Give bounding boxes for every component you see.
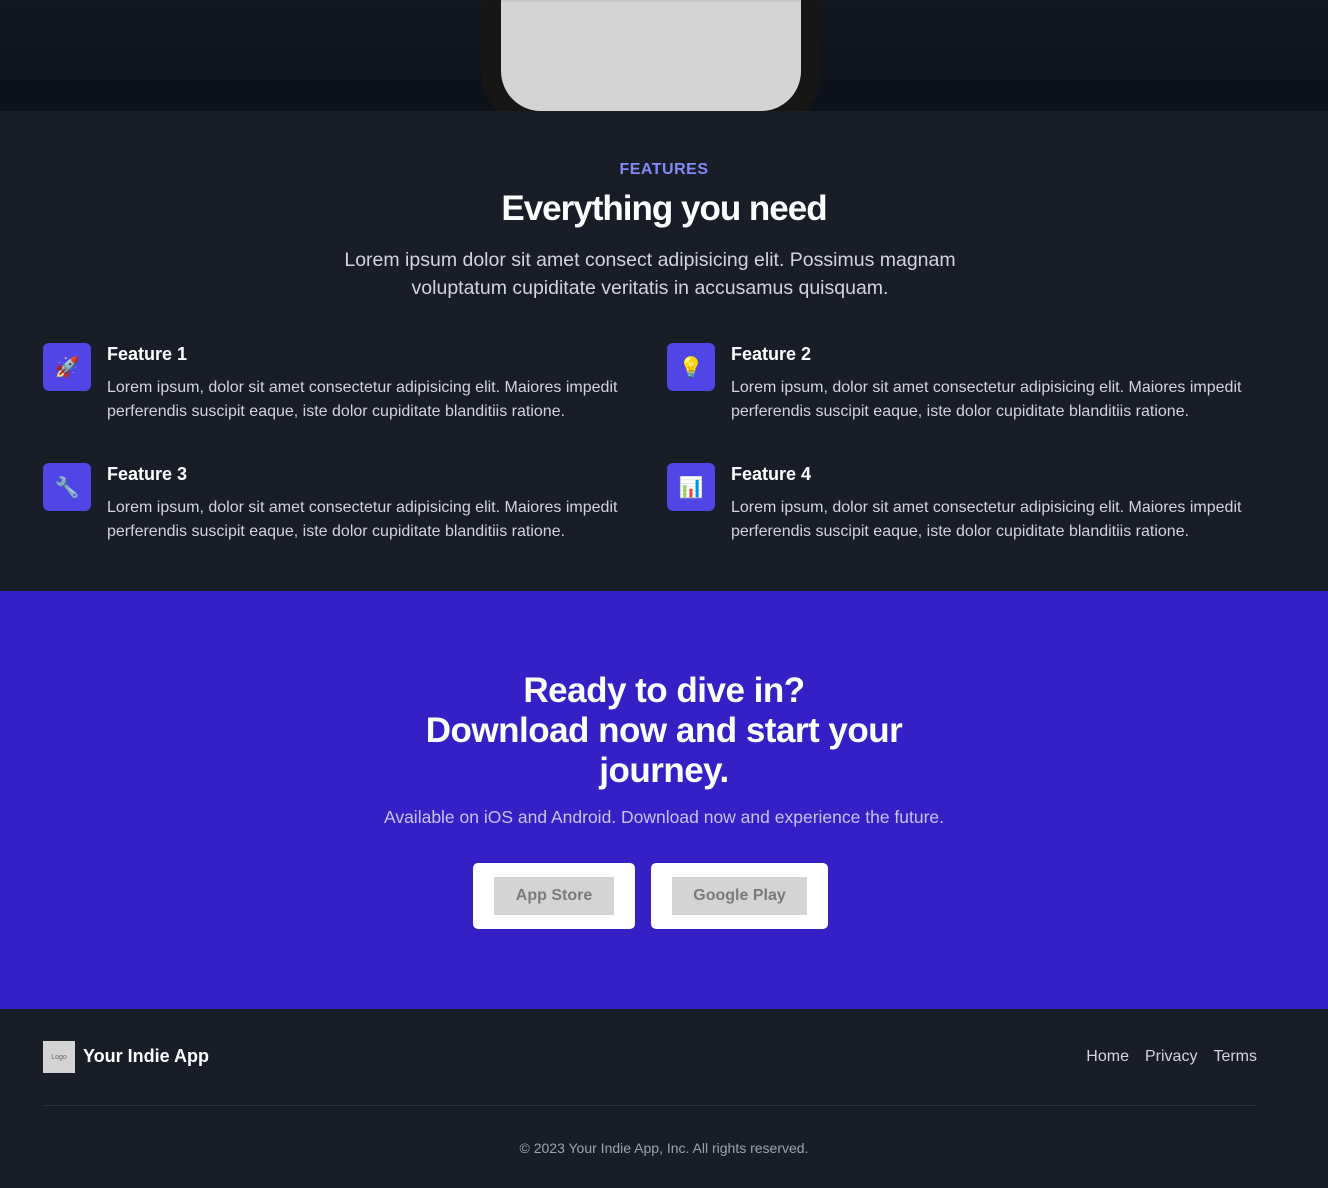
cta-title: Ready to dive in? Download now and start…: [0, 671, 1328, 791]
feature-description: Lorem ipsum, dolor sit amet consectetur …: [107, 499, 618, 540]
features-eyebrow: FEATURES: [619, 161, 709, 178]
feature-name: Feature 4: [731, 464, 812, 484]
hero-section: [0, 0, 1328, 131]
logo[interactable]: Logo: [43, 1041, 75, 1073]
feature-name: Feature 3: [107, 464, 188, 484]
features-lead: Lorem ipsum dolor sit amet consect adipi…: [344, 249, 956, 299]
features-title: Everything you need: [501, 189, 827, 228]
features-section: FEATURES Everything you need Lorem ipsum…: [0, 111, 1328, 591]
footer-divider: [43, 1105, 1257, 1106]
footer-link-terms[interactable]: Terms: [1213, 1048, 1257, 1066]
cta-section: Ready to dive in? Download now and start…: [0, 591, 1328, 1009]
feature-description: Lorem ipsum, dolor sit amet consectetur …: [731, 379, 1242, 420]
cta-title-line: journey.: [599, 751, 729, 790]
google-play-button[interactable]: Google Play: [651, 863, 828, 929]
bar-chart-icon: 📊: [667, 463, 715, 511]
feature-name: Feature 1: [107, 344, 188, 364]
feature-description: Lorem ipsum, dolor sit amet consectetur …: [107, 379, 618, 420]
rocket-icon: 🚀: [43, 343, 91, 391]
wrench-icon: 🔧: [43, 463, 91, 511]
feature-description: Lorem ipsum, dolor sit amet consectetur …: [731, 499, 1242, 540]
google-play-badge: Google Play: [672, 877, 807, 915]
lightbulb-icon: 💡: [667, 343, 715, 391]
cta-title-line: Download now and start your: [425, 711, 903, 750]
feature-name: Feature 2: [731, 344, 812, 364]
footer-link-home[interactable]: Home: [1086, 1048, 1129, 1066]
footer: Logo Your Indie App Home Privacy Terms ©…: [0, 1009, 1328, 1188]
app-store-badge: App Store: [494, 877, 614, 915]
cta-title-line: Ready to dive in?: [523, 671, 805, 710]
copyright: © 2023 Your Indie App, Inc. All rights r…: [519, 1140, 809, 1156]
cta-subtitle: Available on iOS and Android. Download n…: [383, 807, 945, 827]
footer-link-privacy[interactable]: Privacy: [1145, 1048, 1197, 1066]
phone-screen: [501, 0, 801, 111]
footer-nav: Home Privacy Terms: [1086, 1048, 1257, 1066]
brand-name[interactable]: Your Indie App: [83, 1046, 209, 1067]
app-store-button[interactable]: App Store: [473, 863, 635, 929]
